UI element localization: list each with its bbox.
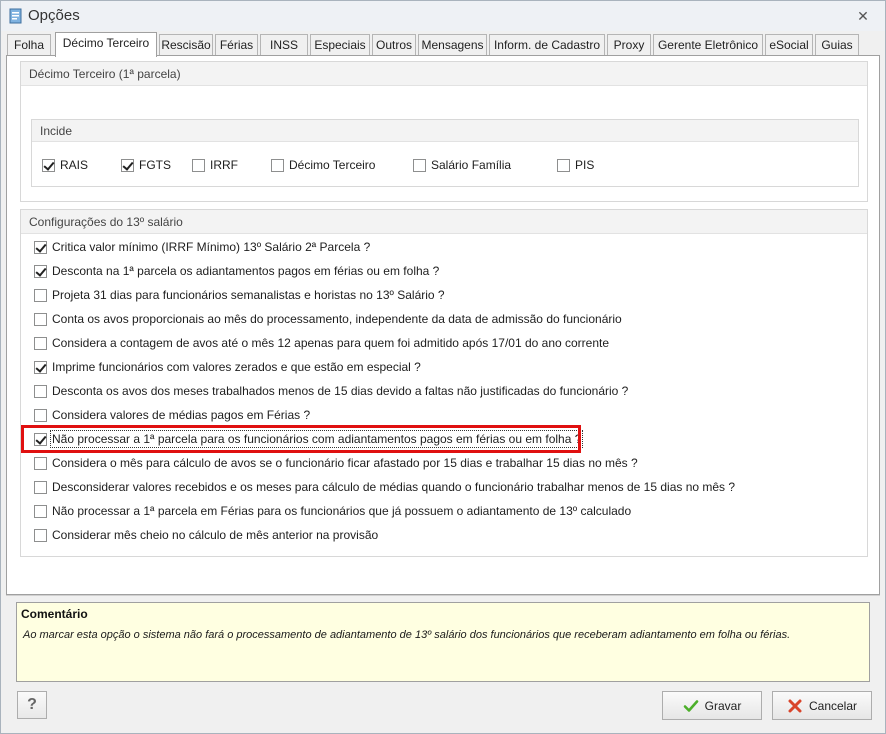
cancel-button[interactable]: Cancelar <box>772 691 872 720</box>
checkbox-irrf[interactable]: IRRF <box>192 156 238 174</box>
checkbox-box[interactable] <box>271 158 284 172</box>
divider <box>6 595 880 596</box>
checkbox-box[interactable] <box>34 504 47 518</box>
tab-bar: Folha Décimo Terceiro Rescisão Férias IN… <box>5 32 883 57</box>
cancel-button-label: Cancelar <box>808 698 858 713</box>
checkbox-label: FGTS <box>139 158 171 172</box>
checkbox-label: Imprime funcionários com valores zerados… <box>52 360 421 374</box>
tab-rescisao[interactable]: Rescisão <box>159 34 213 56</box>
checkbox-box[interactable] <box>34 384 47 398</box>
checkbox-label: Considera a contagem de avos até o mês 1… <box>52 336 610 350</box>
checkbox-label: Desconta os avos dos meses trabalhados m… <box>52 384 629 398</box>
checkbox-decimo-terceiro[interactable]: Décimo Terceiro <box>271 156 375 174</box>
tab-esocial[interactable]: eSocial <box>765 34 813 56</box>
save-button[interactable]: Gravar <box>662 691 762 720</box>
checkbox-label: RAIS <box>60 158 89 172</box>
option-contagem-avos-mes-12[interactable]: Considera a contagem de avos até o mês 1… <box>34 334 609 352</box>
option-imprime-zerados[interactable]: Imprime funcionários com valores zerados… <box>34 358 421 376</box>
checkbox-label: Considera o mês para cálculo de avos se … <box>52 456 638 470</box>
checkbox-rais[interactable]: RAIS <box>42 156 88 174</box>
group-decimo-terceiro-1a-parcela: Décimo Terceiro (1ª parcela) Incide RAIS… <box>20 61 868 202</box>
option-desconsiderar-valores-medias[interactable]: Desconsiderar valores recebidos e os mes… <box>34 478 735 496</box>
checkbox-label: Considerar mês cheio no cálculo de mês a… <box>52 528 379 542</box>
option-desconta-avos-faltas[interactable]: Desconta os avos dos meses trabalhados m… <box>34 382 628 400</box>
options-window: Opções ✕ Folha Décimo Terceiro Rescisão … <box>0 0 886 734</box>
tab-folha[interactable]: Folha <box>7 34 51 56</box>
tab-guias[interactable]: Guias <box>815 34 859 56</box>
checkbox-label: Desconta na 1ª parcela os adiantamentos … <box>52 264 440 278</box>
option-mes-afastado-15-dias[interactable]: Considera o mês para cálculo de avos se … <box>34 454 638 472</box>
checkbox-box[interactable] <box>34 360 47 374</box>
checkbox-salario-familia[interactable]: Salário Família <box>413 156 511 174</box>
window-title: Opções <box>28 7 80 24</box>
tab-decimo-terceiro[interactable]: Décimo Terceiro <box>55 32 157 57</box>
checkbox-label: Salário Família <box>431 158 512 172</box>
option-mes-cheio-provisao[interactable]: Considerar mês cheio no cálculo de mês a… <box>34 526 378 544</box>
checkbox-box[interactable] <box>42 158 55 172</box>
checkbox-box[interactable] <box>34 528 47 542</box>
checkbox-box[interactable] <box>557 158 570 172</box>
tab-gerente-eletronico[interactable]: Gerente Eletrônico <box>653 34 763 56</box>
checkbox-label: Critica valor mínimo (IRRF Mínimo) 13º S… <box>52 240 371 254</box>
group-configuracoes-13: Configurações do 13º salário Critica val… <box>20 209 868 557</box>
checkbox-box[interactable] <box>413 158 426 172</box>
app-icon <box>9 8 22 24</box>
checkbox-box[interactable] <box>34 432 47 446</box>
tab-mensagens[interactable]: Mensagens <box>418 34 487 56</box>
checkbox-box[interactable] <box>34 480 47 494</box>
checkbox-box[interactable] <box>34 288 47 302</box>
option-conta-avos-proporcionais[interactable]: Conta os avos proporcionais ao mês do pr… <box>34 310 622 328</box>
close-icon[interactable]: ✕ <box>855 8 871 24</box>
option-nao-processar-1a-parcela[interactable]: Não processar a 1ª parcela para os funci… <box>34 430 584 448</box>
help-button[interactable]: ? <box>17 691 47 719</box>
group-title: Configurações do 13º salário <box>21 210 867 234</box>
checkbox-label: Projeta 31 dias para funcionários semana… <box>52 288 445 302</box>
tab-panel-decimo-terceiro: Décimo Terceiro (1ª parcela) Incide RAIS… <box>6 55 880 595</box>
group-incide: Incide RAIS FGTS IRRF Décimo Terceiro Sa… <box>31 119 859 187</box>
checkbox-pis[interactable]: PIS <box>557 156 594 174</box>
checkbox-box[interactable] <box>34 456 47 470</box>
checkbox-label: IRRF <box>210 158 238 172</box>
option-desconta-adiantamentos[interactable]: Desconta na 1ª parcela os adiantamentos … <box>34 262 439 280</box>
tab-inform-cadastro[interactable]: Inform. de Cadastro <box>489 34 605 56</box>
tab-inss[interactable]: INSS <box>260 34 308 56</box>
option-medias-ferias[interactable]: Considera valores de médias pagos em Fér… <box>34 406 310 424</box>
checkbox-label: Décimo Terceiro <box>289 158 376 172</box>
group-incide-title: Incide <box>32 120 858 142</box>
comment-title: Comentário <box>21 607 88 621</box>
checkmark-icon <box>683 699 698 712</box>
save-button-label: Gravar <box>704 698 742 713</box>
checkbox-label: Não processar a 1ª parcela em Férias par… <box>52 504 632 518</box>
tab-outros[interactable]: Outros <box>372 34 416 56</box>
checkbox-box[interactable] <box>34 264 47 278</box>
checkbox-box[interactable] <box>34 312 47 326</box>
title-bar[interactable]: Opções ✕ <box>1 1 885 31</box>
option-critica-valor-minimo[interactable]: Critica valor mínimo (IRRF Mínimo) 13º S… <box>34 238 370 256</box>
group-title: Décimo Terceiro (1ª parcela) <box>21 62 867 86</box>
comment-text: Ao marcar esta opção o sistema não fará … <box>23 629 791 641</box>
checkbox-box[interactable] <box>34 240 47 254</box>
option-projeta-31-dias[interactable]: Projeta 31 dias para funcionários semana… <box>34 286 445 304</box>
tab-ferias[interactable]: Férias <box>215 34 258 56</box>
tab-especiais[interactable]: Especiais <box>310 34 370 56</box>
checkbox-fgts[interactable]: FGTS <box>121 156 171 174</box>
cancel-x-icon <box>788 699 802 712</box>
comment-panel: Comentário Ao marcar esta opção o sistem… <box>16 602 870 682</box>
checkbox-label: Conta os avos proporcionais ao mês do pr… <box>52 312 622 326</box>
checkbox-label: Não processar a 1ª parcela para os funci… <box>49 430 584 448</box>
checkbox-label: Desconsiderar valores recebidos e os mes… <box>52 480 736 494</box>
checkbox-label: PIS <box>575 158 595 172</box>
option-nao-processar-ferias[interactable]: Não processar a 1ª parcela em Férias par… <box>34 502 631 520</box>
checkbox-box[interactable] <box>192 158 205 172</box>
checkbox-box[interactable] <box>34 336 47 350</box>
checkbox-box[interactable] <box>121 158 134 172</box>
checkbox-label: Considera valores de médias pagos em Fér… <box>52 408 311 422</box>
tab-proxy[interactable]: Proxy <box>607 34 651 56</box>
checkbox-box[interactable] <box>34 408 47 422</box>
